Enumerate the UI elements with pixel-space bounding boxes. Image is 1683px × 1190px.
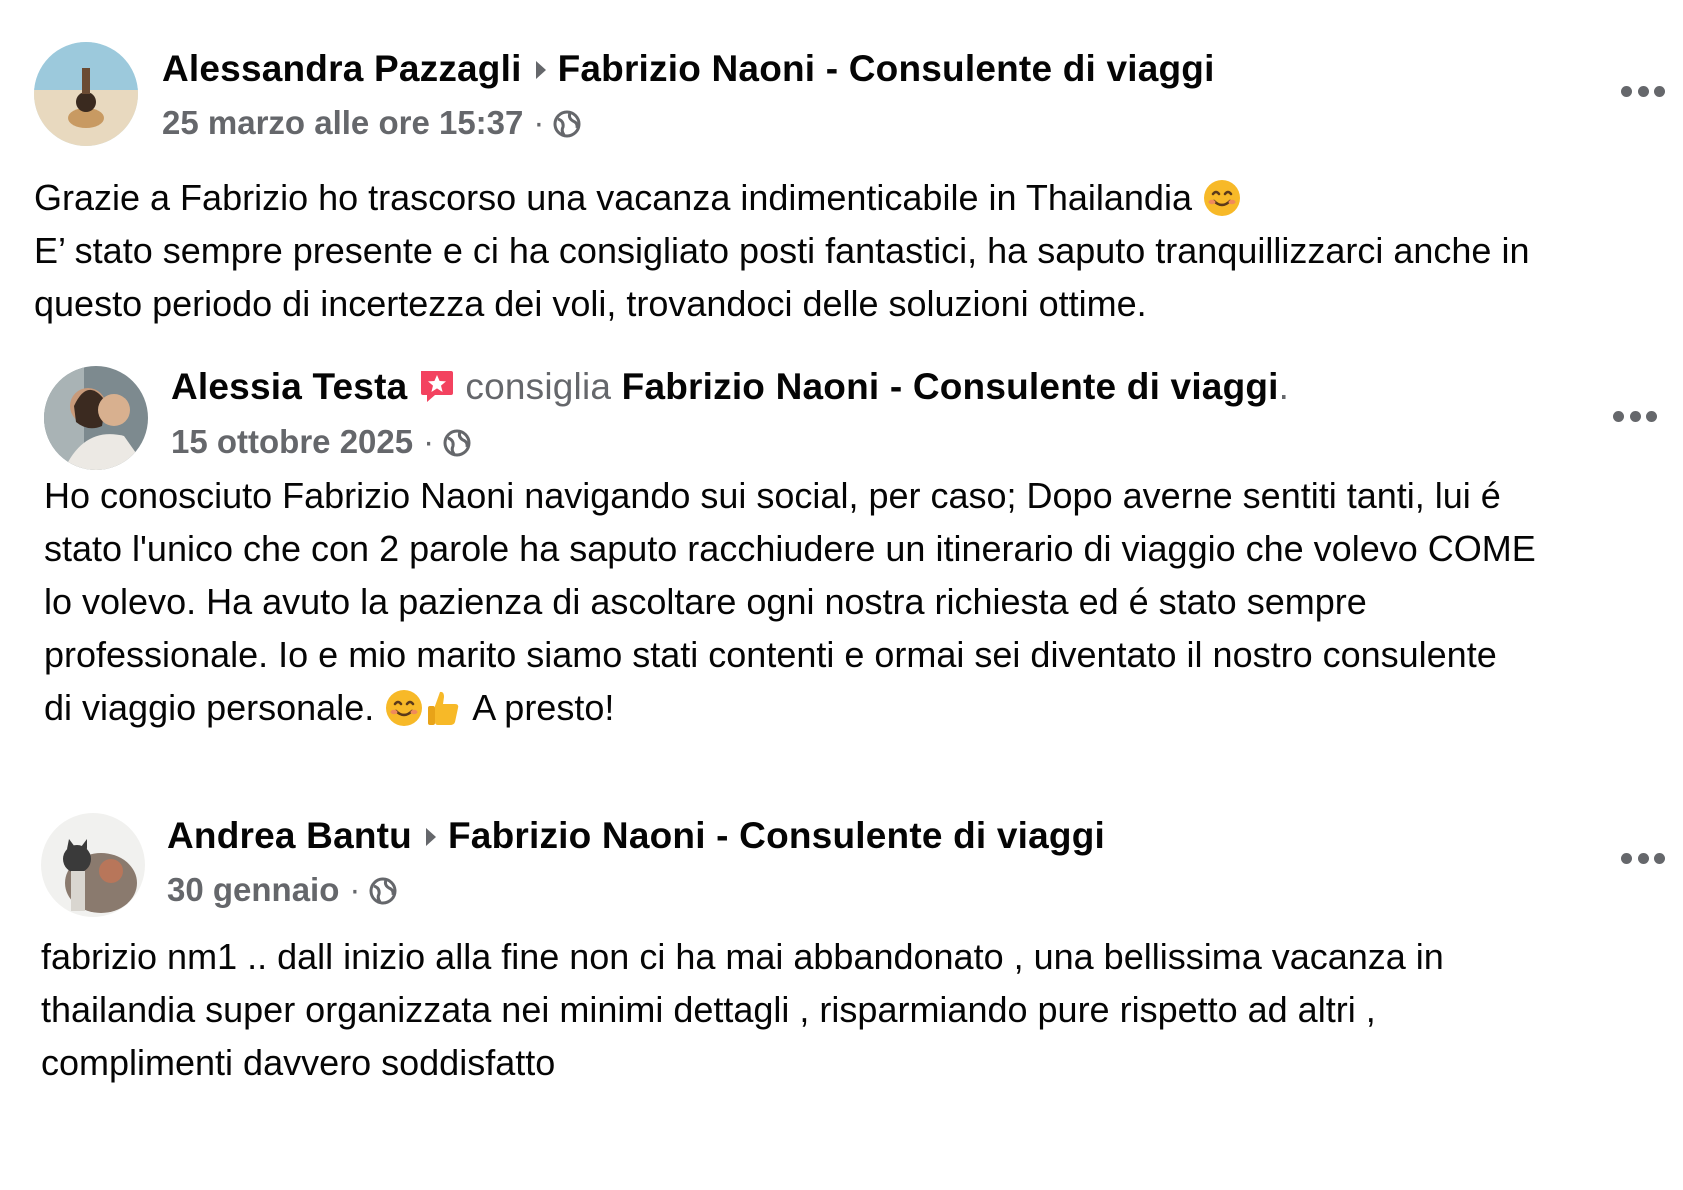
post-meta: 15 ottobre 2025 · bbox=[171, 422, 472, 462]
text-line: Grazie a Fabrizio ho trascorso una vacan… bbox=[34, 177, 1192, 218]
post-text: Grazie a Fabrizio ho trascorso una vacan… bbox=[34, 171, 1529, 330]
post-meta: 30 gennaio · bbox=[167, 870, 398, 910]
post-date[interactable]: 30 gennaio bbox=[167, 871, 339, 908]
post-header: Alessandra Pazzagli Fabrizio Naoni - Cons… bbox=[162, 47, 1215, 91]
arrow-right-icon bbox=[535, 61, 546, 80]
text-line: E’ stato sempre presente e ci ha consigl… bbox=[34, 230, 1530, 271]
author-name[interactable]: Alessandra Pazzagli bbox=[162, 48, 522, 89]
meta-separator: · bbox=[423, 423, 435, 460]
page-name[interactable]: Fabrizio Naoni - Consulente di viaggi bbox=[622, 366, 1279, 407]
text-line: stato l'unico che con 2 parole ha saputo… bbox=[44, 528, 1536, 569]
post-alessandra-pazzagli: Alessandra Pazzagli Fabrizio Naoni - Cons… bbox=[0, 0, 1683, 330]
text-line: fabrizio nm1 .. dall inizio alla fine no… bbox=[41, 936, 1444, 977]
thumbs-up-emoji-icon bbox=[424, 688, 464, 728]
more-options-icon[interactable] bbox=[1621, 85, 1665, 97]
recommend-action: consiglia bbox=[465, 366, 612, 407]
text-line: A presto! bbox=[472, 687, 615, 728]
globe-icon bbox=[442, 427, 472, 457]
arrow-right-icon bbox=[425, 828, 436, 847]
smiling-face-emoji-icon bbox=[1202, 178, 1242, 218]
text-line: professionale. Io e mio marito siamo sta… bbox=[44, 634, 1497, 675]
page-suffix: . bbox=[1278, 366, 1290, 407]
post-alessia-testa: Alessia Testa consiglia Fabrizio Naoni - … bbox=[0, 350, 1683, 750]
text-line: questo periodo di incertezza dei voli, t… bbox=[34, 283, 1147, 324]
post-andrea-bantu: Andrea Bantu Fabrizio Naoni - Consulente … bbox=[0, 800, 1683, 1100]
post-text: fabrizio nm1 .. dall inizio alla fine no… bbox=[41, 930, 1444, 1089]
page-name[interactable]: Fabrizio Naoni - Consulente di viaggi bbox=[448, 815, 1105, 856]
text-line: complimenti davvero soddisfatto bbox=[41, 1042, 556, 1083]
avatar[interactable] bbox=[41, 813, 145, 917]
meta-separator: · bbox=[533, 104, 545, 141]
text-line: lo volevo. Ha avuto la pazienza di ascol… bbox=[44, 581, 1367, 622]
more-options-icon[interactable] bbox=[1621, 852, 1665, 864]
avatar[interactable] bbox=[44, 366, 148, 470]
smiling-face-emoji-icon bbox=[384, 688, 424, 728]
author-name[interactable]: Alessia Testa bbox=[171, 366, 407, 407]
post-text: Ho conosciuto Fabrizio Naoni navigando s… bbox=[44, 469, 1536, 734]
post-header: Alessia Testa consiglia Fabrizio Naoni - … bbox=[171, 365, 1289, 409]
post-meta: 25 marzo alle ore 15:37 · bbox=[162, 103, 582, 143]
more-options-icon[interactable] bbox=[1613, 410, 1657, 422]
post-header: Andrea Bantu Fabrizio Naoni - Consulente … bbox=[167, 814, 1105, 858]
globe-icon bbox=[552, 108, 582, 138]
text-line: di viaggio personale. bbox=[44, 687, 375, 728]
recommend-badge-icon bbox=[417, 367, 455, 405]
page-name[interactable]: Fabrizio Naoni - Consulente di viaggi bbox=[558, 48, 1215, 89]
text-line: Ho conosciuto Fabrizio Naoni navigando s… bbox=[44, 475, 1501, 516]
text-line: thailandia super organizzata nei minimi … bbox=[41, 989, 1376, 1030]
meta-separator: · bbox=[349, 871, 361, 908]
author-name[interactable]: Andrea Bantu bbox=[167, 815, 412, 856]
post-date[interactable]: 25 marzo alle ore 15:37 bbox=[162, 104, 523, 141]
globe-icon bbox=[368, 875, 398, 905]
avatar[interactable] bbox=[34, 42, 138, 146]
post-date[interactable]: 15 ottobre 2025 bbox=[171, 423, 413, 460]
